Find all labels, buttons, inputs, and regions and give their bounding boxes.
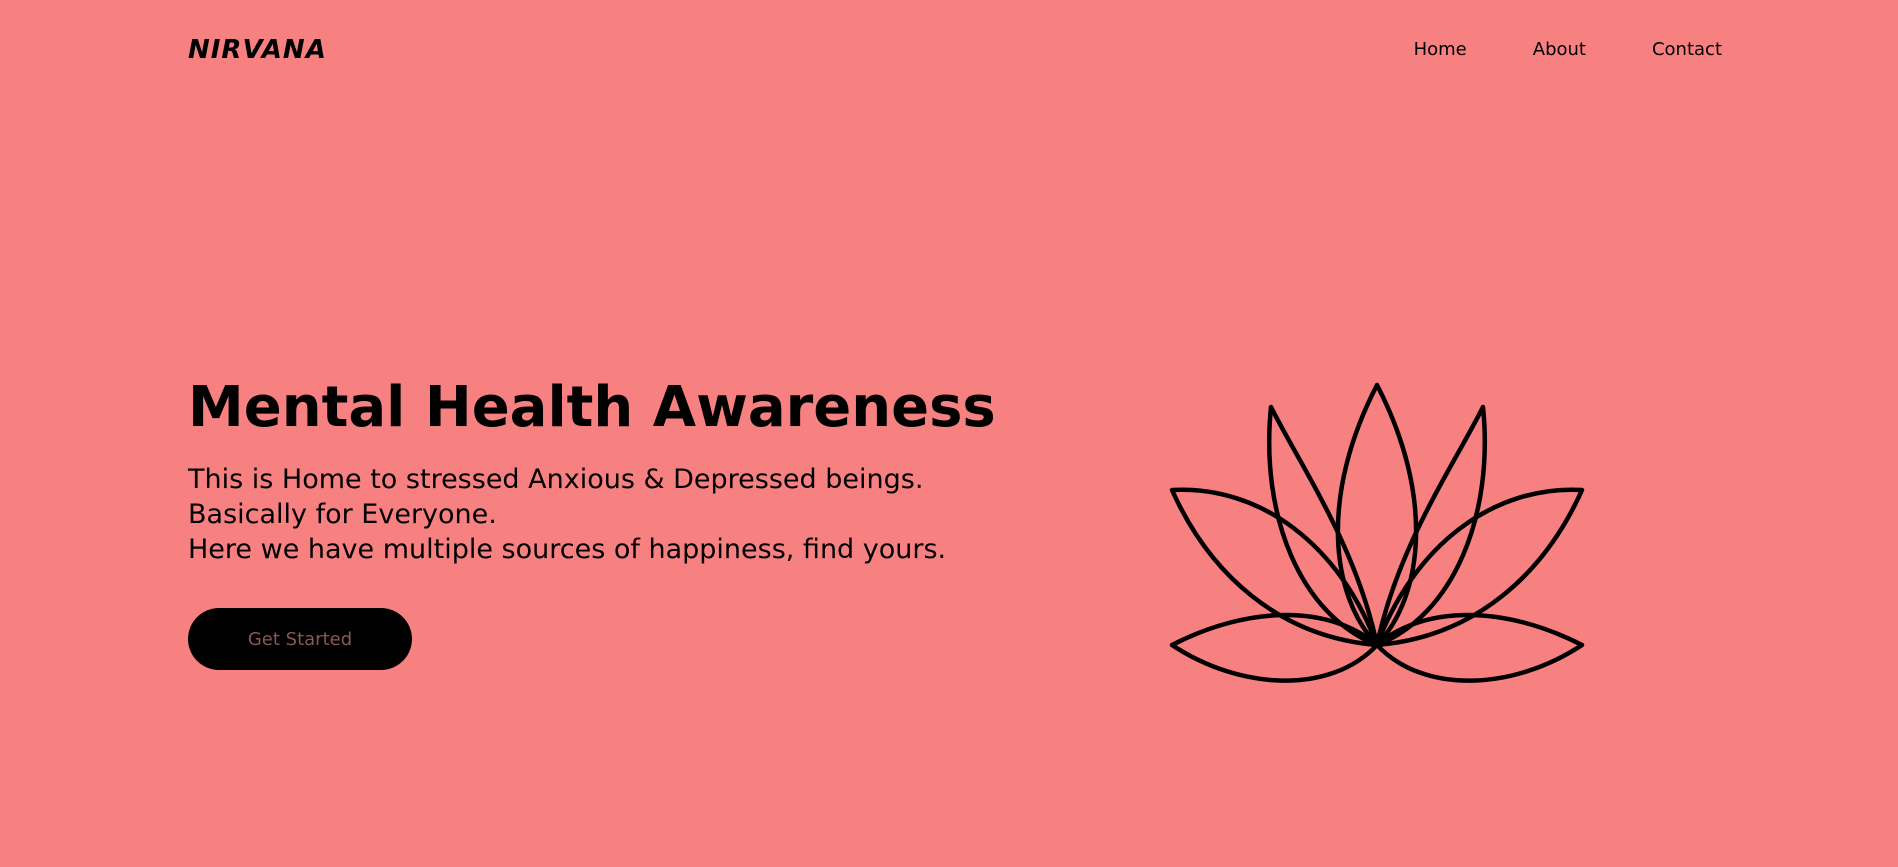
lotus-icon xyxy=(1169,382,1585,683)
nav-link-home[interactable]: Home xyxy=(1414,38,1467,62)
site-logo[interactable]: NIRVANA xyxy=(188,34,327,66)
nav-link-contact[interactable]: Contact xyxy=(1652,38,1722,62)
hero-line-1: This is Home to stressed Anxious & Depre… xyxy=(188,464,924,495)
hero-line-3: Here we have multiple sources of happine… xyxy=(188,534,947,565)
top-nav: NIRVANA Home About Contact xyxy=(188,0,1722,100)
hero-description: This is Home to stressed Anxious & Depre… xyxy=(188,462,1048,567)
get-started-button[interactable]: Get Started xyxy=(188,608,412,670)
hero-line-2: Basically for Everyone. xyxy=(188,499,497,530)
nav-link-about[interactable]: About xyxy=(1533,38,1586,62)
hero-section: Mental Health Awareness This is Home to … xyxy=(188,372,1048,567)
nav-menu: Home About Contact xyxy=(1414,38,1722,62)
hero-title: Mental Health Awareness xyxy=(188,375,996,440)
